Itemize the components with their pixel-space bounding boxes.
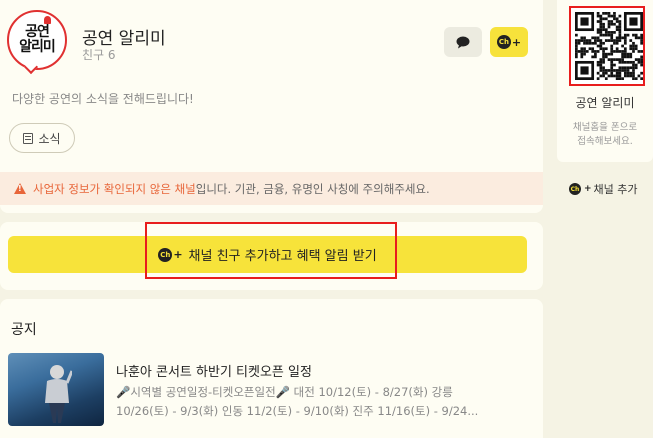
chat-bubble-icon: [456, 36, 470, 48]
side-help-line2: 접속해보세요.: [577, 136, 633, 147]
notice-card: 공지 나훈아 콘서트 하반기 티켓오픈 일정 🎤시역별 공연일정-티켓오픈일전🎤…: [0, 299, 543, 438]
side-help-line1: 채널홈을 폰으로: [572, 122, 638, 133]
channel-description: 다양한 공연의 소식을 전해드립니다!: [12, 92, 194, 106]
profile-card: 공연 알리미 공연 알리미 친구 6 Ch + 다양한 공연의 소식을 전해드립니…: [0, 0, 543, 213]
side-add-channel-button[interactable]: Ch + 채널 추가: [569, 181, 638, 197]
news-button-label: 소식: [38, 131, 61, 146]
qr-code: [569, 6, 645, 86]
warning-banner: 사업자 정보가 확인되지 않은 채널 입니다. 기관, 금융, 유명인 사칭에 …: [0, 172, 543, 205]
notice-section-title: 공지: [11, 322, 37, 338]
side-channel-name: 공연 알리미: [575, 96, 635, 110]
qr-card: 공연 알리미 채널홈을 폰으로 접속해보세요.: [557, 0, 653, 162]
side-help-text: 채널홈을 폰으로 접속해보세요.: [557, 121, 653, 149]
side-panel: 공연 알리미 채널홈을 폰으로 접속해보세요. Ch + 채널 추가: [557, 0, 653, 438]
ch-icon: Ch: [496, 35, 511, 49]
logo-line2: 알리미: [19, 39, 56, 55]
notice-item-title[interactable]: 나훈아 콘서트 하반기 티켓오픈 일정: [116, 361, 312, 380]
bell-icon: [44, 16, 51, 24]
plus-icon: +: [511, 35, 522, 49]
friend-count: 친구 6: [82, 48, 116, 62]
cta-highlight-box: [145, 222, 397, 279]
logo-line1: 공연: [25, 24, 50, 41]
side-add-label: 채널 추가: [593, 183, 638, 196]
cta-card: Ch + 채널 친구 추가하고 혜택 알림 받기: [0, 222, 543, 290]
notice-item-body[interactable]: 🎤시역별 공연일정-티켓오픈일전🎤 대전 10/12(토) - 8/27(화) …: [116, 383, 506, 421]
ch-icon: Ch: [569, 183, 581, 195]
plus-icon: +: [584, 184, 592, 194]
performer-figure: [45, 365, 72, 423]
warning-text: 입니다. 기관, 금융, 유명인 사칭에 주의해주세요.: [195, 181, 430, 196]
channel-logo: 공연 알리미: [7, 10, 67, 70]
notice-thumbnail[interactable]: [8, 353, 104, 426]
channel-main: 공연 알리미 공연 알리미 친구 6 Ch + 다양한 공연의 소식을 전해드립니…: [0, 0, 543, 438]
document-icon: [23, 132, 34, 144]
qr-icon: [575, 12, 643, 80]
news-button[interactable]: 소식: [9, 123, 75, 153]
warning-icon: [14, 183, 26, 194]
add-channel-button[interactable]: Ch +: [490, 27, 528, 57]
warning-strong: 사업자 정보가 확인되지 않은 채널: [33, 181, 196, 196]
chat-button[interactable]: [444, 27, 482, 57]
